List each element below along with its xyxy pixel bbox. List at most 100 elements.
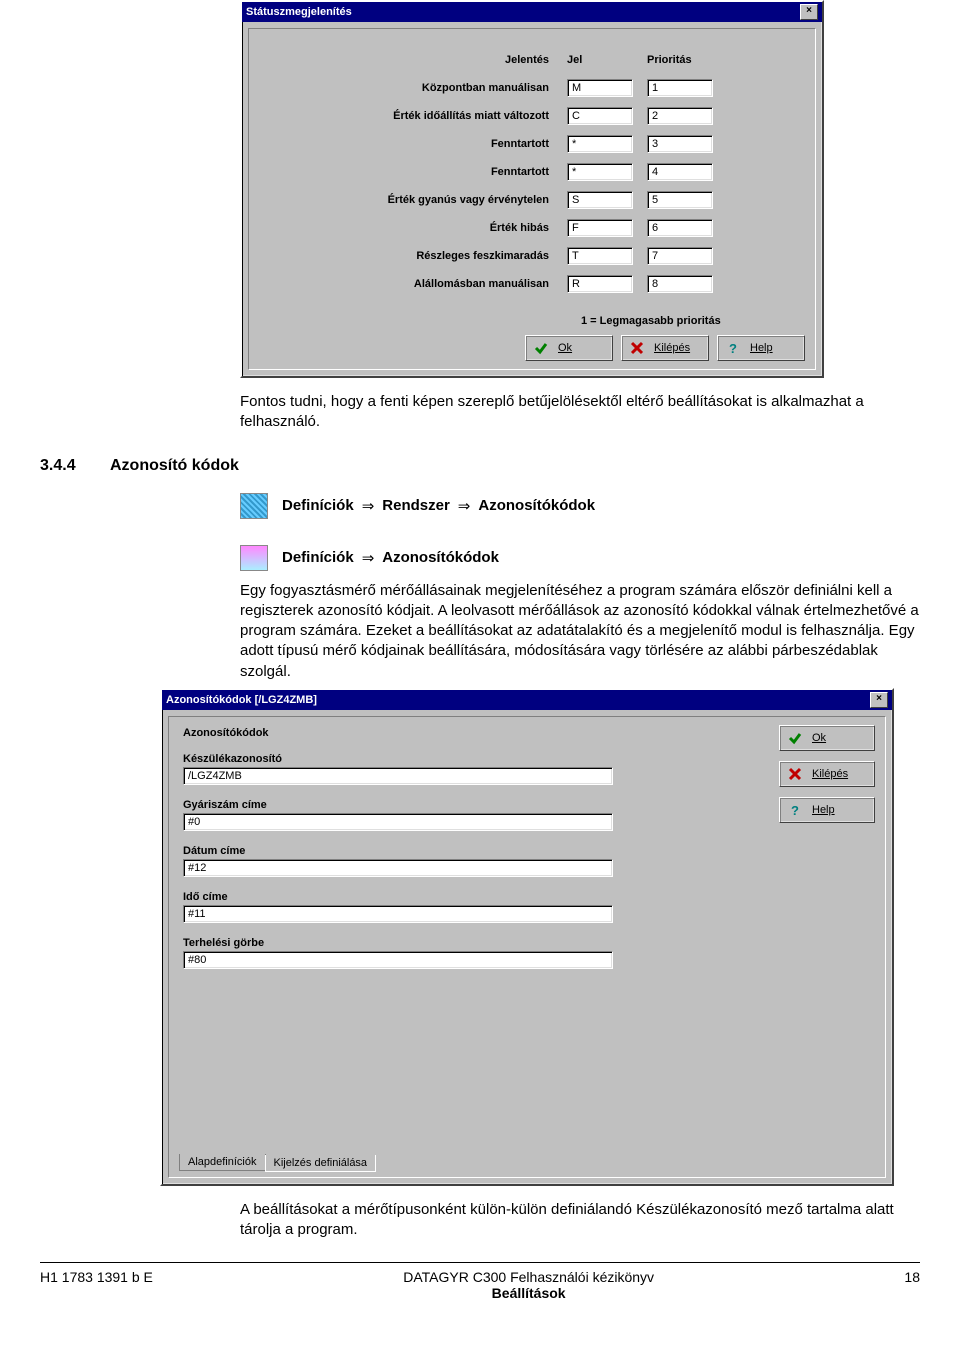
section-number: 3.4.4	[40, 457, 90, 475]
tab-alapdefiniciok[interactable]: Alapdefiníciók	[179, 1154, 266, 1171]
question-icon: ?	[726, 341, 740, 355]
nav-seg: Azonosítókódok	[478, 497, 595, 514]
status-row: Érték hibás	[299, 217, 785, 239]
arrow-icon: ⇒	[362, 497, 375, 515]
nav-path-2: Definíciók ⇒ Azonosítókódok	[240, 545, 920, 571]
cancel-label: Kilépés	[654, 342, 690, 354]
question-icon: ?	[788, 803, 802, 817]
group-label: Azonosítókódok	[183, 727, 723, 739]
status-row: Részleges feszkimaradás	[299, 245, 785, 267]
pri-input[interactable]	[647, 219, 713, 237]
field-label-gyari: Gyáriszám címe	[183, 799, 723, 811]
check-icon	[534, 341, 548, 355]
tab-strip: Alapdefiníciók Kijelzés definiálása	[179, 1154, 375, 1171]
pri-input[interactable]	[647, 247, 713, 265]
dialog1-titlebar[interactable]: Státuszmegjelenítés ×	[242, 2, 822, 22]
ok-button[interactable]: Ok	[525, 335, 613, 361]
paragraph-description: Egy fogyasztásmérő mérőállásainak megjel…	[240, 581, 920, 682]
dialog-id-codes: Azonosítókódok [/LGZ4ZMB] × Azonosítókód…	[160, 688, 894, 1186]
jel-input[interactable]	[567, 219, 633, 237]
col-header-prioritas: Prioritás	[647, 54, 713, 66]
close-icon[interactable]: ×	[800, 4, 818, 20]
help-label: Help	[750, 342, 773, 354]
jel-input[interactable]	[567, 107, 633, 125]
status-label: Részleges feszkimaradás	[299, 250, 567, 262]
field-label-terh: Terhelési görbe	[183, 937, 723, 949]
jel-input[interactable]	[567, 191, 633, 209]
pri-input[interactable]	[647, 79, 713, 97]
section-title: Azonosító kódok	[110, 457, 239, 475]
paragraph-after-dialog2: A beállításokat a mérőtípusonként külön-…	[240, 1200, 920, 1241]
footer-center-2: Beállítások	[403, 1285, 654, 1301]
dialog1-panel: Jelentés Jel Prioritás Központban manuál…	[248, 28, 816, 370]
col-header-jelentes: Jelentés	[299, 54, 567, 66]
keszulek-input[interactable]	[183, 767, 613, 785]
pri-input[interactable]	[647, 135, 713, 153]
paragraph-after-dialog1: Fontos tudni, hogy a fenti képen szerepl…	[240, 392, 920, 433]
nav-seg: Azonosítókódok	[382, 549, 499, 566]
status-row: Érték gyanús vagy érvénytelen	[299, 189, 785, 211]
field-label-keszulek: Készülékazonosító	[183, 753, 723, 765]
field-label-ido: Idő címe	[183, 891, 723, 903]
tab-kijelzes-definialasa[interactable]: Kijelzés definiálása	[265, 1155, 377, 1172]
status-row: Központban manuálisan	[299, 77, 785, 99]
cancel-button[interactable]: Kilépés	[779, 761, 875, 787]
ok-button[interactable]: Ok	[779, 725, 875, 751]
definition-icon	[240, 545, 268, 571]
help-button[interactable]: ? Help	[717, 335, 805, 361]
close-icon[interactable]: ×	[870, 692, 888, 708]
dialog1-title: Státuszmegjelenítés	[246, 6, 352, 18]
footer-center-1: DATAGYR C300 Felhasználói kézikönyv	[403, 1269, 654, 1285]
footer-rule	[40, 1262, 920, 1263]
status-row: Fenntartott	[299, 161, 785, 183]
page-footer: H1 1783 1391 b E DATAGYR C300 Felhasznál…	[0, 1269, 960, 1321]
ido-input[interactable]	[183, 905, 613, 923]
pri-input[interactable]	[647, 163, 713, 181]
svg-text:?: ?	[729, 341, 737, 355]
gyari-input[interactable]	[183, 813, 613, 831]
status-label: Érték hibás	[299, 222, 567, 234]
jel-input[interactable]	[567, 79, 633, 97]
pri-input[interactable]	[647, 275, 713, 293]
arrow-icon: ⇒	[362, 549, 375, 567]
ok-label: Ok	[558, 342, 572, 354]
status-row: Fenntartott	[299, 133, 785, 155]
priority-note: 1 = Legmagasabb prioritás	[581, 315, 721, 327]
nav-path-1: Definíciók ⇒ Rendszer ⇒ Azonosítókódok	[240, 493, 920, 519]
jel-input[interactable]	[567, 247, 633, 265]
jel-input[interactable]	[567, 275, 633, 293]
pri-input[interactable]	[647, 191, 713, 209]
x-icon	[630, 341, 644, 355]
svg-text:?: ?	[791, 803, 799, 817]
cancel-label: Kilépés	[812, 768, 848, 780]
col-header-jel: Jel	[567, 54, 633, 66]
terh-input[interactable]	[183, 951, 613, 969]
status-row: Alállomásban manuálisan	[299, 273, 785, 295]
status-label: Érték időállítás miatt változott	[299, 110, 567, 122]
dialog2-titlebar[interactable]: Azonosítókódok [/LGZ4ZMB] ×	[162, 690, 892, 710]
status-label: Alállomásban manuálisan	[299, 278, 567, 290]
jel-input[interactable]	[567, 135, 633, 153]
status-label: Érték gyanús vagy érvénytelen	[299, 194, 567, 206]
status-label: Fenntartott	[299, 138, 567, 150]
dialog2-body: Azonosítókódok Készülékazonosító Gyárisz…	[168, 716, 886, 1178]
nav-seg: Rendszer	[382, 497, 450, 514]
section-heading: 3.4.4 Azonosító kódok	[40, 457, 920, 475]
status-row: Érték időállítás miatt változott	[299, 105, 785, 127]
nav-seg: Definíciók	[282, 549, 354, 566]
dialog2-title: Azonosítókódok [/LGZ4ZMB]	[166, 694, 317, 706]
jel-input[interactable]	[567, 163, 633, 181]
cancel-button[interactable]: Kilépés	[621, 335, 709, 361]
field-label-datum: Dátum címe	[183, 845, 723, 857]
check-icon	[788, 731, 802, 745]
footer-page-number: 18	[904, 1269, 920, 1301]
help-button[interactable]: ? Help	[779, 797, 875, 823]
nav-seg: Definíciók	[282, 497, 354, 514]
datum-input[interactable]	[183, 859, 613, 877]
pri-input[interactable]	[647, 107, 713, 125]
footer-left: H1 1783 1391 b E	[40, 1269, 153, 1301]
dialog-status-display: Státuszmegjelenítés × Jelentés Jel Prior…	[240, 0, 824, 378]
status-label: Fenntartott	[299, 166, 567, 178]
arrow-icon: ⇒	[458, 497, 471, 515]
x-icon	[788, 767, 802, 781]
